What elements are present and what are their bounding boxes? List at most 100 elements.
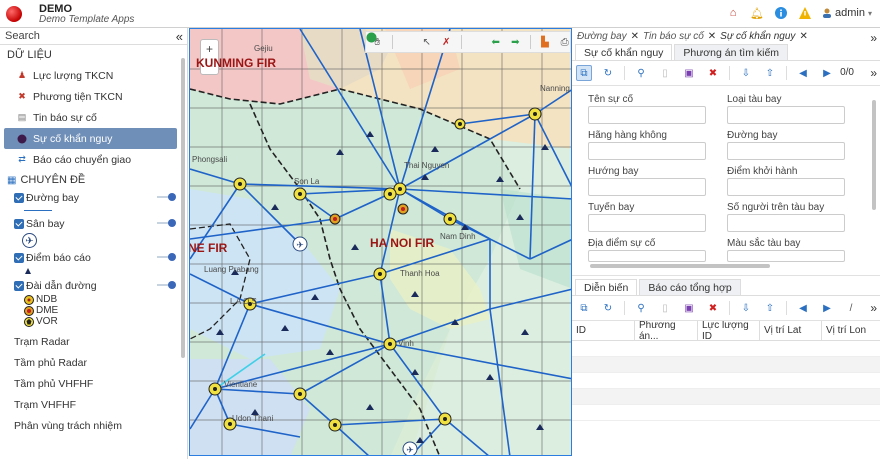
sidebar-item-rescue-vehicles[interactable]: ✖ Phương tiện TKCN [0, 86, 177, 107]
tab-search-plan[interactable]: Phương án tìm kiếm [674, 44, 789, 60]
home-icon[interactable]: ⌂ [726, 6, 740, 20]
sidebar: « DỮ LIỆU ♟ Lực lượng TKCN ✖ Phương tiện… [0, 28, 188, 459]
passenger-count-field[interactable] [727, 214, 845, 232]
airline-field[interactable] [588, 142, 706, 160]
flight-direction-field[interactable] [588, 178, 706, 196]
close-tab-icon[interactable]: ✕ [799, 31, 807, 42]
save-icon[interactable]: ▣ [681, 65, 697, 81]
globe-icon[interactable] [366, 32, 482, 48]
export-icon[interactable]: ⇧ [762, 65, 778, 81]
more-tools-icon[interactable]: » [870, 301, 877, 315]
vor-icon [24, 316, 34, 327]
opacity-slider[interactable] [157, 193, 176, 201]
print-icon[interactable]: ⎙ [559, 37, 570, 48]
opacity-slider[interactable] [157, 281, 176, 289]
flight-route-field[interactable] [727, 142, 845, 160]
search-input[interactable] [5, 30, 155, 42]
collapse-sidebar-icon[interactable]: « [176, 29, 183, 44]
layer-checkbox[interactable] [14, 281, 24, 291]
form-tabs: Sự cố khẩn nguy Phương án tìm kiếm [572, 44, 880, 61]
zoom-in-icon[interactable]: + [206, 42, 213, 56]
aircraft-type-field[interactable] [727, 106, 845, 124]
import-icon[interactable]: ⇩ [738, 65, 754, 81]
more-tools-icon[interactable]: » [870, 66, 877, 80]
route-line-field[interactable] [588, 214, 706, 232]
measure-icon[interactable]: ▙ [540, 37, 551, 48]
info-icon[interactable] [774, 6, 788, 20]
incident-name-field[interactable] [588, 106, 706, 124]
clear-selection-icon[interactable]: ✗ [441, 37, 452, 48]
layer-airports[interactable]: Sân bay [0, 216, 187, 232]
delete-icon[interactable]: ✖ [705, 300, 721, 316]
breadcrumb-item[interactable]: Tin báo sự cố [643, 31, 704, 42]
select-pointer-icon[interactable]: ↖ [421, 37, 432, 48]
refresh-icon[interactable]: ↻ [600, 65, 616, 81]
field-label: Màu sắc tàu bay [727, 238, 801, 249]
prev-record-icon[interactable]: ◀ [795, 65, 811, 81]
layer-navaids[interactable]: Đài dẫn đường [0, 278, 187, 294]
form-horizontal-scrollbar[interactable] [590, 264, 770, 268]
layer-checkbox[interactable] [14, 219, 24, 229]
refresh-icon[interactable]: ↻ [600, 300, 616, 316]
next-record-icon[interactable]: ▶ [819, 65, 835, 81]
back-arrow-icon[interactable]: ⬅ [490, 37, 501, 48]
opacity-slider[interactable] [157, 253, 176, 261]
next-record-icon[interactable]: ▶ [819, 300, 835, 316]
user-menu[interactable]: admin ▾ [822, 7, 872, 19]
sidebar-item-radar-coverage[interactable]: Tầm phủ Radar [0, 352, 187, 373]
sidebar-item-rescue-force[interactable]: ♟ Lực lượng TKCN [0, 65, 177, 86]
sidebar-item-emergency-incidents[interactable]: Sự cố khẩn nguy [4, 128, 177, 149]
sidebar-item-responsibility-zones[interactable]: Phân vùng trách nhiệm [0, 415, 187, 436]
warning-icon[interactable] [798, 6, 812, 20]
expand-panel-icon[interactable]: » [870, 31, 877, 45]
delete-icon[interactable]: ✖ [705, 65, 721, 81]
map-view[interactable]: ✈ ✈ + − KUNMING FIR HA NOI FIR NE FIR Th… [189, 28, 572, 456]
tab-progress[interactable]: Diễn biến [575, 279, 638, 295]
opacity-slider[interactable] [157, 219, 176, 227]
identify-icon[interactable] [366, 32, 413, 48]
prev-record-icon[interactable]: ◀ [795, 300, 811, 316]
column-header-plan[interactable]: Phương án... [635, 320, 698, 342]
airport-icon: ✈ [22, 233, 37, 248]
new-document-icon[interactable]: ▯ [657, 65, 673, 81]
ndb-icon [24, 294, 34, 305]
incident-location-field[interactable] [588, 250, 706, 262]
sidebar-item-transfer-reports[interactable]: ⇄ Báo cáo chuyển giao [0, 149, 177, 170]
layer-checkbox[interactable] [14, 193, 24, 203]
layer-report-points[interactable]: Điểm báo cáo [0, 250, 187, 266]
tab-summary-report[interactable]: Báo cáo tổng hợp [639, 279, 741, 295]
svg-text:✈: ✈ [296, 241, 304, 251]
sidebar-scrollbar[interactable] [181, 58, 185, 358]
copy-icon[interactable]: ⧉ [576, 300, 592, 316]
new-document-icon[interactable]: ▯ [657, 300, 673, 316]
close-tab-icon[interactable]: ✕ [631, 31, 639, 42]
close-tab-icon[interactable]: ✕ [708, 31, 716, 42]
breadcrumb-item[interactable]: Đường bay [577, 31, 627, 42]
layer-checkbox[interactable] [14, 253, 24, 263]
sidebar-item-incident-reports[interactable]: ▤ Tin báo sự cố [0, 107, 177, 128]
import-icon[interactable]: ⇩ [738, 300, 754, 316]
breadcrumb-item-current[interactable]: Sự cố khẩn nguy [720, 31, 795, 42]
aircraft-color-field[interactable] [727, 250, 845, 262]
column-header-id[interactable]: ID [572, 321, 635, 340]
place-label: Gejiu [254, 44, 273, 53]
layer-flight-routes[interactable]: Đường bay [0, 190, 187, 206]
sidebar-item-vhfhf-coverage[interactable]: Tầm phủ VHFHF [0, 373, 187, 394]
sidebar-item-vhfhf-stations[interactable]: Trạm VHFHF [0, 394, 187, 415]
sidebar-item-radar-stations[interactable]: Trạm Radar [0, 331, 187, 352]
column-header-lon[interactable]: Vị trí Lon [822, 321, 880, 340]
tab-emergency-incident[interactable]: Sự cố khẩn nguy [575, 44, 673, 60]
column-header-lat[interactable]: Vị trí Lat [760, 321, 822, 340]
export-icon[interactable]: ⇧ [762, 300, 778, 316]
form-scrollbar[interactable] [872, 100, 876, 210]
departure-point-field[interactable] [727, 178, 845, 196]
bell-icon[interactable]: 🔔︎ [750, 6, 764, 20]
forward-arrow-icon[interactable]: ➡ [510, 37, 521, 48]
search-icon[interactable]: ⚲ [633, 65, 649, 81]
column-header-force-id[interactable]: Lực lượng ID [698, 320, 760, 342]
copy-icon[interactable]: ⧉ [576, 65, 592, 81]
search-icon[interactable]: ⚲ [633, 300, 649, 316]
save-icon[interactable]: ▣ [681, 300, 697, 316]
slash-icon[interactable]: / [843, 300, 859, 316]
sidebar-item-label: Báo cáo chuyển giao [33, 153, 132, 166]
